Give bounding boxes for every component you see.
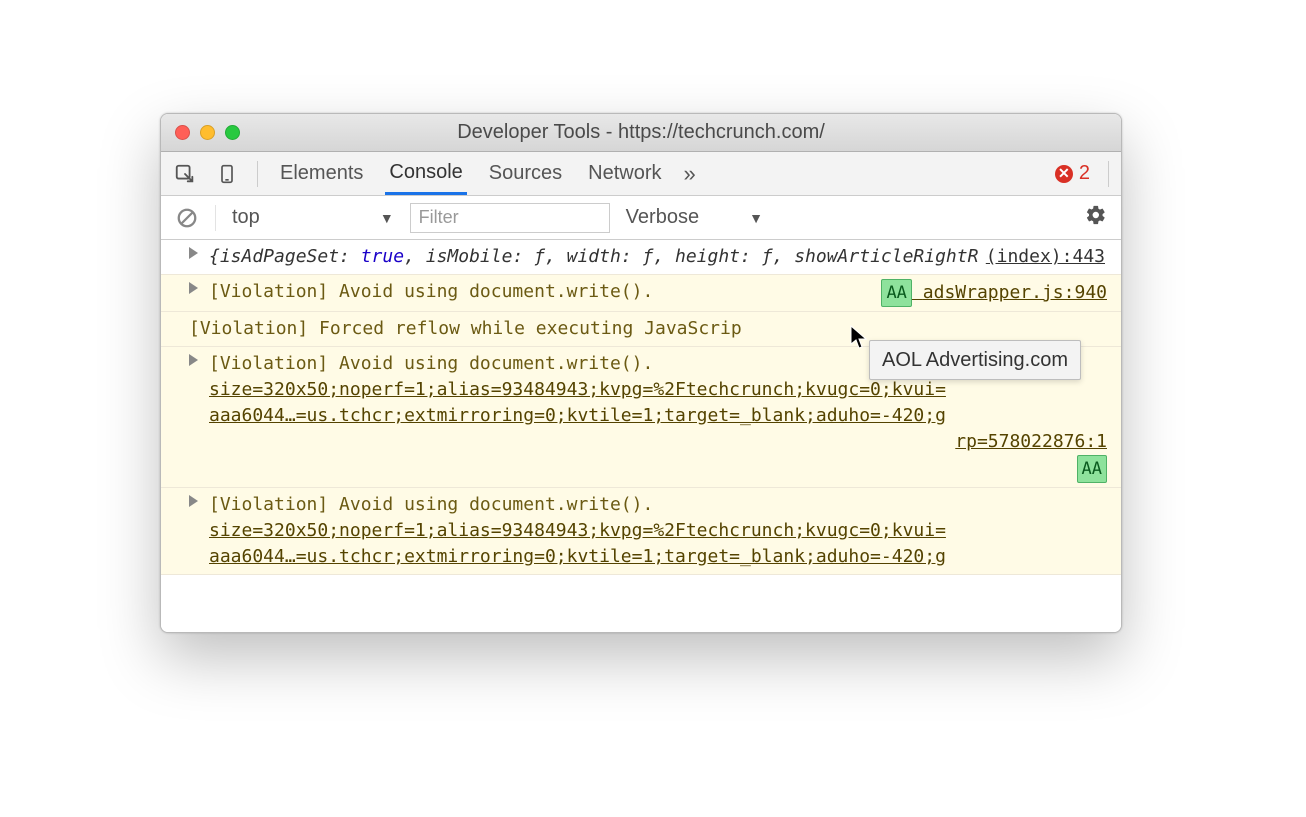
log-entry-object[interactable]: (index):443 {isAdPageSet: true, isMobile…	[161, 240, 1121, 275]
tab-network[interactable]: Network	[584, 152, 665, 195]
clear-console-icon[interactable]	[175, 206, 199, 230]
titlebar: Developer Tools - https://techcrunch.com…	[161, 114, 1121, 152]
execution-context-selector[interactable]: top ▼	[232, 206, 394, 229]
expand-triangle-icon[interactable]	[189, 354, 198, 366]
toolbar-separator	[257, 161, 258, 187]
expand-triangle-icon[interactable]	[189, 495, 198, 507]
filter-input[interactable]: Filter	[410, 203, 610, 233]
source-link[interactable]: (index):443	[986, 244, 1105, 270]
window-title: Developer Tools - https://techcrunch.com…	[161, 121, 1121, 144]
logged-object: {isAdPageSet: true, isMobile: ƒ, width: …	[209, 246, 978, 267]
filter-placeholder: Filter	[419, 207, 459, 228]
expand-triangle-icon[interactable]	[189, 247, 198, 259]
more-tabs-button[interactable]: »	[684, 161, 696, 187]
console-filter-bar: top ▼ Filter Verbose ▼	[161, 196, 1121, 240]
request-params-link[interactable]: size=320x50;noperf=1;alias=93484943;kvpg…	[209, 520, 946, 567]
error-count-badge[interactable]: ✕ 2	[1055, 162, 1090, 185]
log-entry-violation[interactable]: [Violation] Avoid using document.write()…	[161, 275, 1121, 312]
level-value: Verbose	[626, 206, 699, 229]
violation-message: [Violation] Avoid using document.write()…	[209, 281, 653, 302]
request-source-link[interactable]: rp=578022876:1	[955, 431, 1107, 452]
inspect-element-icon[interactable]	[173, 162, 197, 186]
toolbar-separator	[215, 205, 216, 231]
console-settings-icon[interactable]	[1085, 204, 1107, 232]
error-count: 2	[1079, 162, 1090, 185]
log-level-selector[interactable]: Verbose ▼	[626, 206, 763, 229]
chevron-down-icon: ▼	[380, 210, 394, 226]
source-link[interactable]: AA adsWrapper.js:940	[881, 279, 1107, 307]
tab-sources[interactable]: Sources	[485, 152, 566, 195]
violation-message: [Violation] Avoid using document.write()…	[209, 353, 653, 374]
device-toolbar-icon[interactable]	[215, 162, 239, 186]
devtools-window: Developer Tools - https://techcrunch.com…	[160, 113, 1122, 633]
log-entry-violation[interactable]: [Violation] Avoid using document.write()…	[161, 488, 1121, 575]
request-params-link[interactable]: size=320x50;noperf=1;alias=93484943;kvpg…	[209, 379, 946, 426]
minimize-button[interactable]	[200, 125, 215, 140]
expand-triangle-icon[interactable]	[189, 282, 198, 294]
tab-console[interactable]: Console	[385, 152, 466, 195]
third-party-badge[interactable]: AA	[1077, 455, 1107, 483]
badge-tooltip: AOL Advertising.com	[869, 340, 1081, 380]
chevron-down-icon: ▼	[749, 210, 763, 226]
traffic-lights	[175, 125, 240, 140]
error-icon: ✕	[1055, 165, 1073, 183]
close-button[interactable]	[175, 125, 190, 140]
third-party-badge[interactable]: AA	[881, 279, 911, 307]
devtools-tabbar: Elements Console Sources Network » ✕ 2	[161, 152, 1121, 196]
console-log-pane: (index):443 {isAdPageSet: true, isMobile…	[161, 240, 1121, 632]
toolbar-separator	[1108, 161, 1109, 187]
zoom-button[interactable]	[225, 125, 240, 140]
violation-message: [Violation] Forced reflow while executin…	[189, 318, 742, 339]
tab-elements[interactable]: Elements	[276, 152, 367, 195]
context-value: top	[232, 206, 260, 229]
violation-message: [Violation] Avoid using document.write()…	[209, 494, 653, 515]
